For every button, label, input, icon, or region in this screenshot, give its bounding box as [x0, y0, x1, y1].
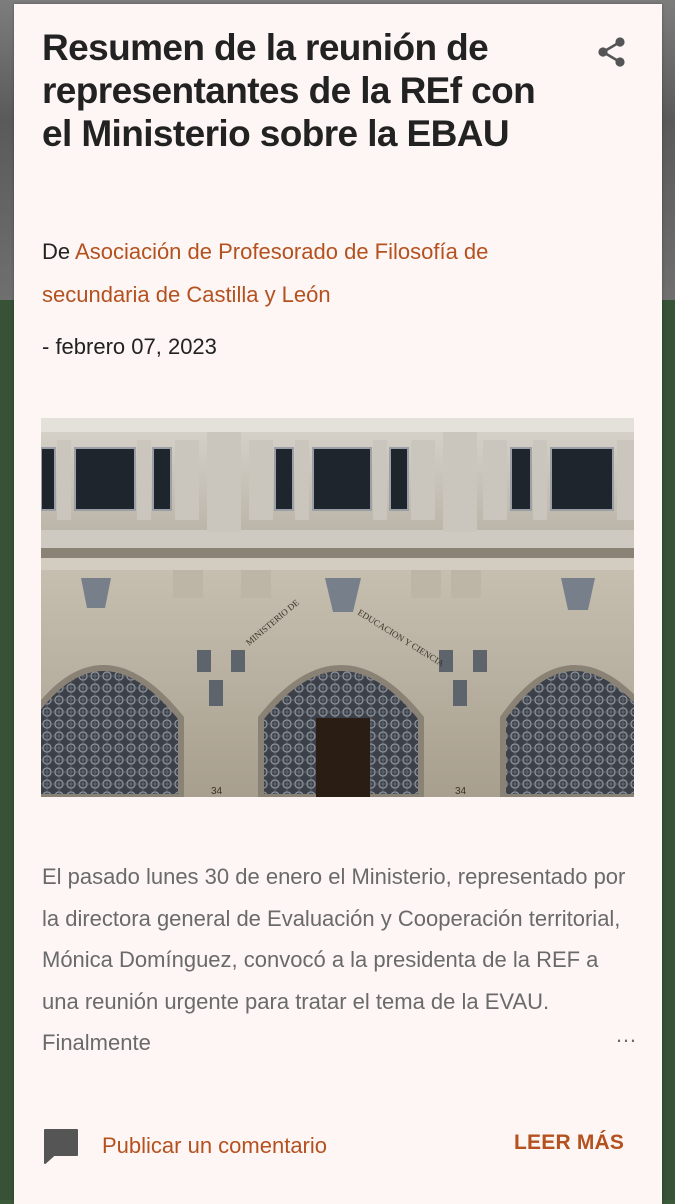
post-card: Resumen de la reunión de representantes …	[14, 4, 662, 1204]
excerpt-fade	[470, 1020, 610, 1060]
read-more-button[interactable]: LEER MÁS	[514, 1131, 624, 1155]
share-icon	[598, 37, 625, 67]
post-title[interactable]: Resumen de la reunión de representantes …	[42, 26, 562, 155]
door-number-left: 34	[211, 786, 223, 797]
share-button[interactable]	[594, 34, 630, 70]
comment-icon	[44, 1129, 78, 1164]
author-link[interactable]: Asociación de Profesorado de Filosofía d…	[42, 239, 488, 307]
ministry-building-photo: MINISTERIO DE EDUCACION Y CIENCIA 34 34	[41, 418, 634, 797]
byline-prefix: De	[42, 239, 71, 264]
comment-label: Publicar un comentario	[102, 1133, 328, 1158]
post-date: - febrero 07, 2023	[42, 334, 217, 359]
post-excerpt: El pasado lunes 30 de enero el Ministeri…	[42, 856, 632, 1066]
excerpt-ellipsis[interactable]: …	[615, 1022, 637, 1048]
post-comment-button[interactable]: Publicar un comentario	[42, 1124, 402, 1168]
post-byline: De Asociación de Profesorado de Filosofí…	[42, 230, 602, 316]
door-number-right: 34	[455, 786, 467, 797]
post-image[interactable]: MINISTERIO DE EDUCACION Y CIENCIA 34 34	[41, 418, 634, 797]
